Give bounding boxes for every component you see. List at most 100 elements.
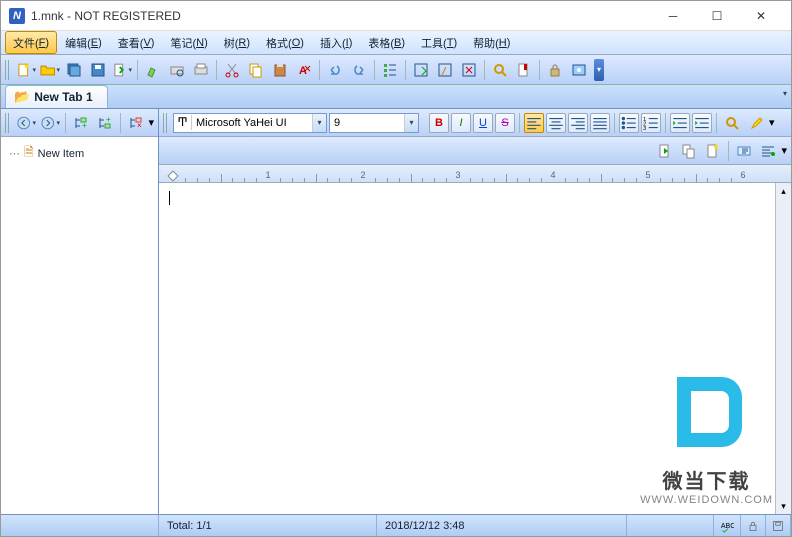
svg-text:+: + <box>82 121 87 130</box>
font-family-select[interactable]: Ͳ ▾ <box>173 113 327 133</box>
align-left-button[interactable] <box>524 113 544 133</box>
indent-button[interactable] <box>692 113 712 133</box>
panel1-button[interactable] <box>410 59 432 81</box>
text-editor[interactable] <box>159 183 775 514</box>
format2-overflow-button[interactable]: ▾ <box>781 144 787 157</box>
new-button[interactable]: ▾ <box>15 59 37 81</box>
dropdown-icon[interactable]: ▾ <box>312 114 326 132</box>
open-button[interactable]: ▾ <box>39 59 61 81</box>
add-child-button[interactable]: + <box>94 112 116 134</box>
save-all-button[interactable] <box>63 59 85 81</box>
clear-format-button[interactable]: A <box>293 59 315 81</box>
toolbar-handle[interactable] <box>5 113 11 133</box>
maximize-button[interactable]: ☐ <box>695 2 739 30</box>
tab-new-tab-1[interactable]: 📂 New Tab 1 <box>5 85 108 108</box>
status-save-icon[interactable] <box>766 515 791 536</box>
menu-r[interactable]: 树(R) <box>216 31 258 54</box>
tree-view[interactable]: ⋯ 🗎 New Item <box>1 137 158 514</box>
highlight-button[interactable] <box>745 112 767 134</box>
extra5-button[interactable] <box>757 140 779 162</box>
menu-f[interactable]: 文件(F) <box>5 31 57 54</box>
underline-button[interactable]: U <box>473 113 493 133</box>
ruler-indent-marker[interactable] <box>167 170 178 181</box>
delete-node-button[interactable]: × <box>125 112 147 134</box>
font-size-input[interactable] <box>330 117 404 129</box>
cut-button[interactable] <box>221 59 243 81</box>
lock-button[interactable] <box>544 59 566 81</box>
print-preview-button[interactable] <box>166 59 188 81</box>
outdent-button[interactable] <box>670 113 690 133</box>
align-center-button[interactable] <box>546 113 566 133</box>
extra1-button[interactable] <box>654 140 676 162</box>
panel2-button[interactable] <box>434 59 456 81</box>
align-justify-button[interactable] <box>590 113 610 133</box>
separator <box>614 113 615 133</box>
menu-b[interactable]: 表格(B) <box>360 31 413 54</box>
vertical-scrollbar[interactable]: ▴ ▾ <box>775 183 791 514</box>
status-lock-icon[interactable] <box>741 515 766 536</box>
extra2-button[interactable] <box>678 140 700 162</box>
nav-forward-button[interactable]: ▾ <box>39 112 61 134</box>
extra3-button[interactable] <box>702 140 724 162</box>
number-list-button[interactable]: 123 <box>641 113 661 133</box>
separator <box>319 60 320 80</box>
menu-n[interactable]: 笔记(N) <box>162 31 215 54</box>
status-cell-empty2 <box>627 515 714 536</box>
save-button[interactable] <box>87 59 109 81</box>
ruler[interactable]: 123456 <box>159 165 791 183</box>
brush-button[interactable] <box>142 59 164 81</box>
ruler-label: 1 <box>265 170 270 180</box>
find-in-text-button[interactable] <box>721 112 743 134</box>
bold-button[interactable]: B <box>429 113 449 133</box>
font-size-select[interactable]: ▾ <box>329 113 419 133</box>
ruler-label: 4 <box>550 170 555 180</box>
menu-h[interactable]: 帮助(H) <box>465 31 518 54</box>
dropdown-icon[interactable]: ▾ <box>404 114 418 132</box>
bookmark-button[interactable] <box>513 59 535 81</box>
undo-button[interactable] <box>324 59 346 81</box>
align-right-button[interactable] <box>568 113 588 133</box>
menu-v[interactable]: 查看(V) <box>110 31 163 54</box>
strike-button[interactable]: S <box>495 113 515 133</box>
find-button[interactable] <box>489 59 511 81</box>
print-button[interactable] <box>190 59 212 81</box>
font-family-input[interactable] <box>192 117 312 129</box>
tree-toolbar-overflow[interactable]: ▾ <box>148 116 154 129</box>
close-button[interactable]: ✕ <box>739 2 783 30</box>
tree-item-label: New Item <box>38 148 84 160</box>
add-sibling-button[interactable]: + <box>70 112 92 134</box>
bullet-list-button[interactable] <box>619 113 639 133</box>
panel3-button[interactable] <box>458 59 480 81</box>
export-button[interactable]: ▾ <box>111 59 133 81</box>
toolbar-handle[interactable] <box>5 60 11 80</box>
tree-item[interactable]: ⋯ 🗎 New Item <box>5 141 154 166</box>
font-icon: Ͳ <box>174 115 192 130</box>
tree-toggle-button[interactable] <box>379 59 401 81</box>
menu-t[interactable]: 工具(T) <box>413 31 465 54</box>
toolbar-overflow-button[interactable]: ▾ <box>594 59 604 81</box>
redo-button[interactable] <box>348 59 370 81</box>
italic-button[interactable]: I <box>451 113 471 133</box>
editor-pane: Ͳ ▾ ▾ B I U S 123 <box>159 109 791 514</box>
main-split: ▾ ▾ + + × ▾ ⋯ 🗎 New Item Ͳ ▾ <box>1 109 791 514</box>
paste-button[interactable] <box>269 59 291 81</box>
window-title: 1.mnk - NOT REGISTERED <box>31 9 651 23</box>
ruler-label: 3 <box>455 170 460 180</box>
scroll-up-button[interactable]: ▴ <box>776 183 791 199</box>
separator <box>519 113 520 133</box>
copy-button[interactable] <box>245 59 267 81</box>
menu-o[interactable]: 格式(O) <box>258 31 312 54</box>
menu-e[interactable]: 编辑(E) <box>57 31 110 54</box>
nav-back-button[interactable]: ▾ <box>15 112 37 134</box>
toolbar-handle[interactable] <box>163 113 169 133</box>
minimize-button[interactable]: ─ <box>651 2 695 30</box>
tabs-dropdown-button[interactable]: ▾ <box>783 89 787 98</box>
format-overflow-button[interactable]: ▾ <box>769 116 775 129</box>
separator <box>665 113 666 133</box>
settings-button[interactable] <box>568 59 590 81</box>
main-toolbar: ▾ ▾ ▾ A ▾ <box>1 55 791 85</box>
menu-i[interactable]: 插入(I) <box>312 31 360 54</box>
extra4-button[interactable] <box>733 140 755 162</box>
scroll-down-button[interactable]: ▾ <box>776 498 791 514</box>
status-spellcheck-icon[interactable]: ABC <box>714 515 741 536</box>
